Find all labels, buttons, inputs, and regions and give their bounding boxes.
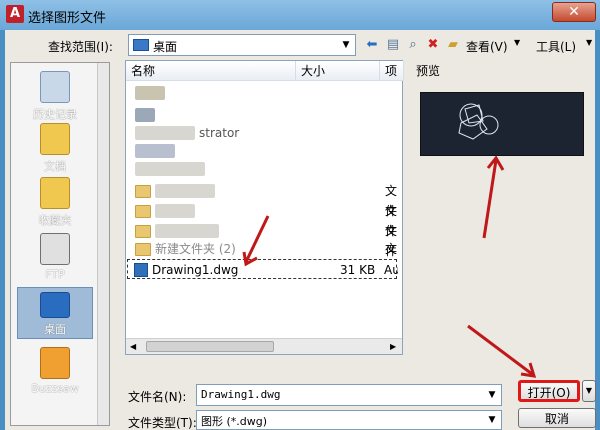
annotation-arrow-file — [244, 215, 270, 263]
annotation-arrow-preview — [482, 159, 498, 239]
annotation-arrows — [242, 155, 537, 378]
annotation-arrow-open — [467, 324, 533, 376]
